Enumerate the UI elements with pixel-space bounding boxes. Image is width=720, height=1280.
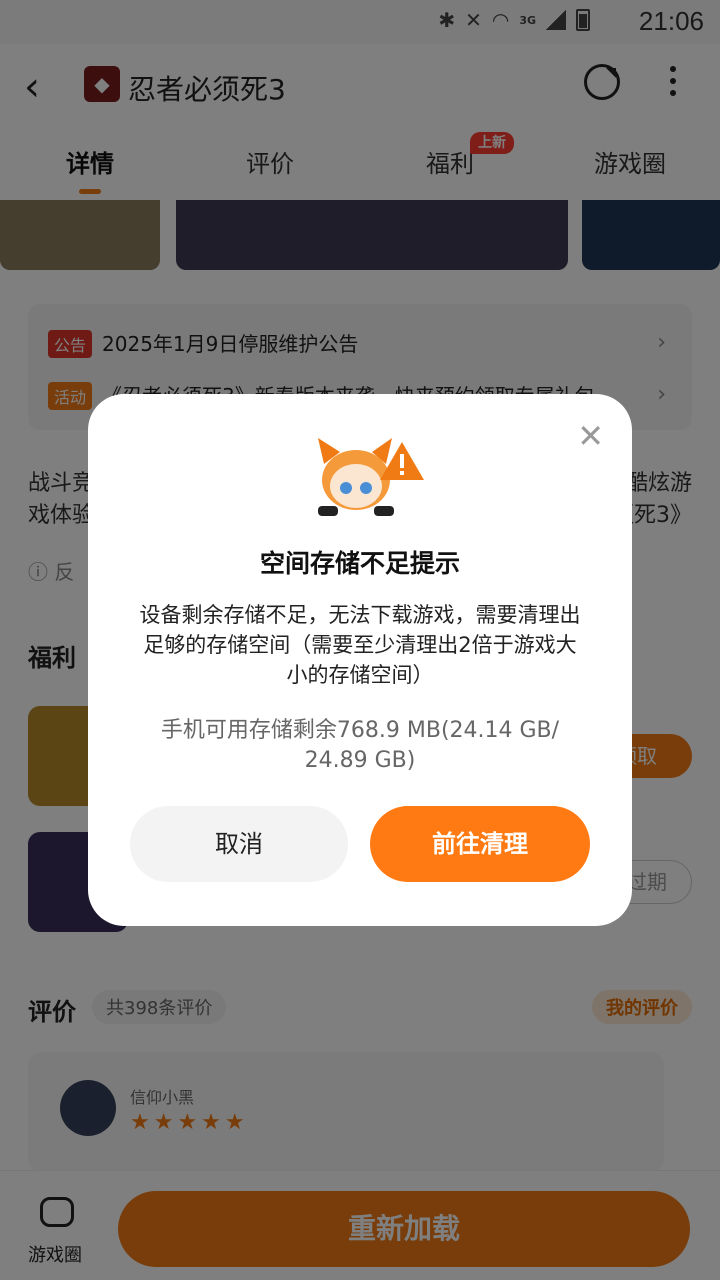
close-icon[interactable]: ✕ [577, 420, 604, 452]
storage-info: 手机可用存储剩余768.9 MB(24.14 GB/ 24.89 GB) [160, 718, 560, 773]
storage-warning-dialog: ✕ 空间存储不足提示 设备剩余存储不足，无法下载游戏，需要清理出足够的存储空间（… [88, 394, 632, 926]
dialog-title: 空间存储不足提示 [259, 549, 460, 578]
dialog-message: 设备剩余存储不足，无法下载游戏，需要清理出足够的存储空间（需要至少清理出2倍于游… [139, 603, 581, 687]
go-clean-button[interactable]: 前往清理 [370, 806, 590, 882]
mascot-warning-icon [318, 438, 424, 516]
cancel-button[interactable]: 取消 [130, 806, 348, 882]
